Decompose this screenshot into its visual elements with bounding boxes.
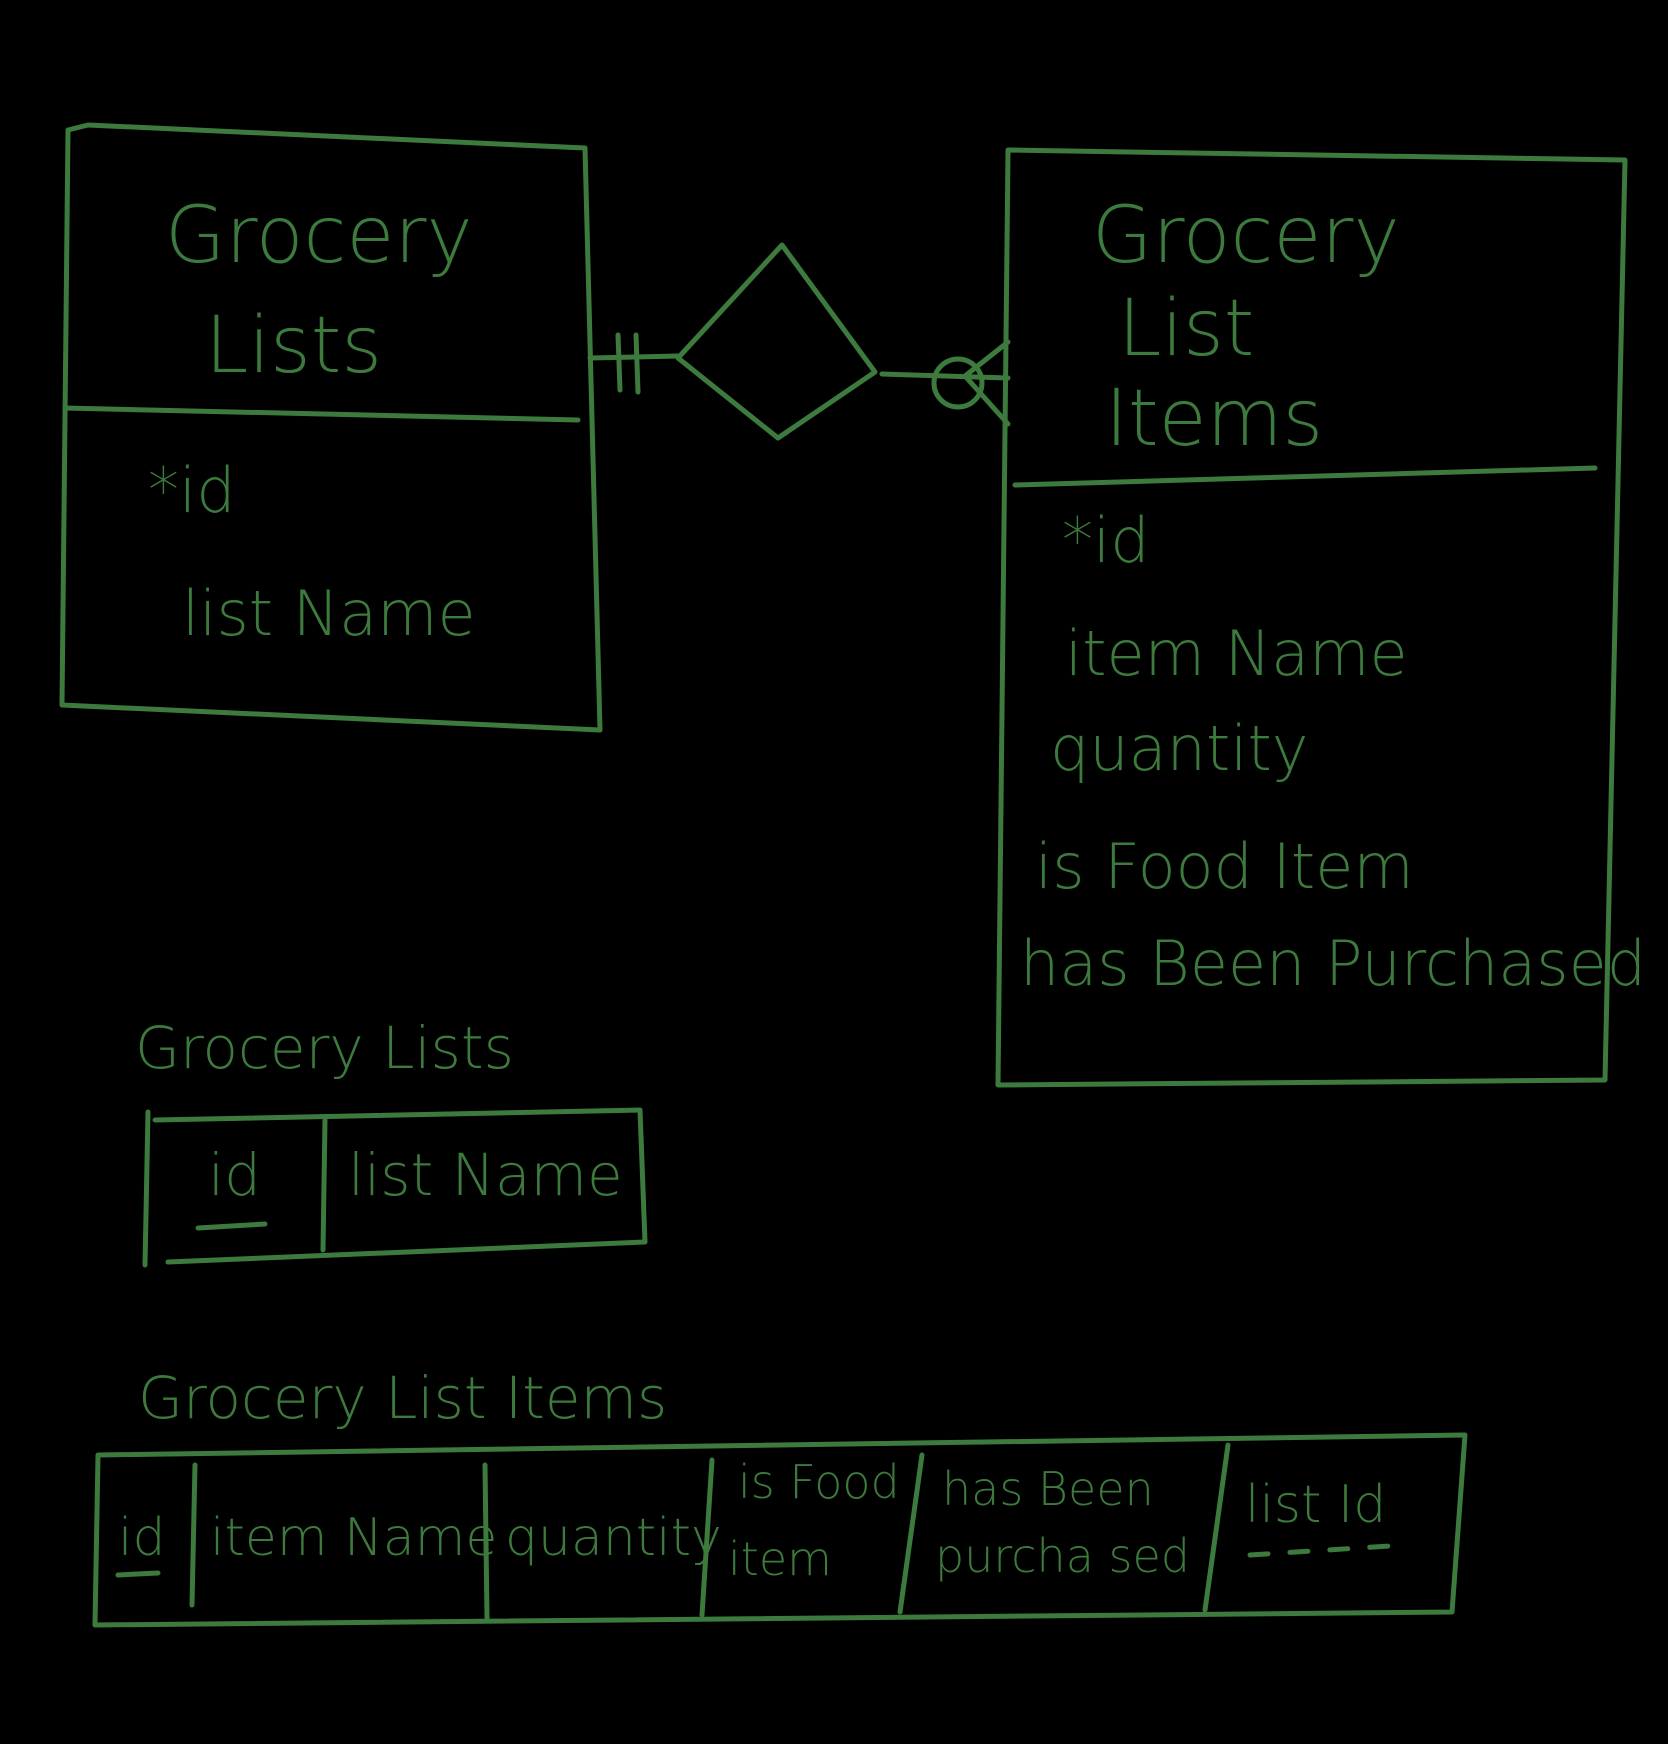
table-grocery-list-items-col-quantity: quantity	[505, 1508, 722, 1568]
cardinality-one-one-bar-2	[633, 332, 641, 395]
table-grocery-list-items: Grocery List Items id item Name quantity…	[92, 1364, 1468, 1628]
table-grocery-lists-col-id: id	[208, 1141, 261, 1209]
table-grocery-list-items-col-hasbeen-line-2: purcha sed	[935, 1529, 1190, 1583]
entity-grocery-lists-attr-listname: list Name	[182, 577, 476, 650]
entity-grocery-lists-title-line-1: Grocery	[165, 191, 473, 281]
entity-grocery-list-items: Grocery List Items *id item Name quantit…	[995, 147, 1646, 1088]
table-grocery-list-items-divider-4	[897, 1452, 925, 1615]
table-grocery-list-items-name: Grocery List Items	[138, 1364, 667, 1432]
table-grocery-list-items-col-id: id	[118, 1508, 165, 1568]
entity-grocery-list-items-attr-isfooditem: is Food Item	[1035, 830, 1414, 903]
entity-grocery-lists-title-line-2: Lists	[205, 301, 382, 391]
relationship	[587, 242, 1011, 441]
table-grocery-lists-col-listname: list Name	[348, 1141, 623, 1209]
table-grocery-list-items-col-itemname: item Name	[210, 1508, 497, 1568]
table-grocery-list-items-pk-underline	[115, 1570, 161, 1578]
entity-grocery-lists-attr-id: *id	[148, 454, 236, 527]
table-grocery-list-items-fk-underline	[1247, 1542, 1408, 1558]
entity-grocery-list-items-title-line-3: Items	[1105, 374, 1323, 464]
table-grocery-list-items-divider-5	[1202, 1442, 1231, 1613]
cardinality-one-one-bar-1	[615, 332, 623, 393]
table-grocery-list-items-col-listid: list Id	[1245, 1475, 1386, 1535]
table-grocery-lists-divider	[320, 1117, 328, 1253]
table-grocery-lists-name: Grocery Lists	[135, 1014, 514, 1082]
entity-grocery-list-items-title-line-1: Grocery	[1092, 191, 1400, 281]
entity-grocery-list-items-divider	[1012, 465, 1598, 488]
table-grocery-list-items-col-hasbeen-line-1: has Been	[942, 1462, 1154, 1516]
cardinality-zero-many-line	[879, 371, 1011, 381]
entity-grocery-list-items-attr-id: *id	[1062, 504, 1150, 577]
table-grocery-list-items-col-isfood-line-1: is Food	[738, 1455, 900, 1509]
er-diagram-canvas: Grocery Lists *id list Name Grocery List…	[59, 122, 1646, 1628]
entity-grocery-list-items-attr-hasbeenpurchased: has Been Purchased	[1020, 927, 1646, 1000]
entity-grocery-lists: Grocery Lists *id list Name	[59, 122, 603, 733]
table-grocery-lists: Grocery Lists id list Name	[135, 1014, 648, 1268]
entity-grocery-list-items-attr-quantity: quantity	[1050, 712, 1308, 785]
entity-grocery-list-items-attr-itemname: item Name	[1065, 617, 1408, 690]
entity-grocery-list-items-title-line-2: List	[1118, 284, 1254, 374]
table-grocery-list-items-divider-1	[189, 1462, 198, 1608]
table-grocery-lists-pk-underline	[195, 1221, 268, 1231]
table-grocery-list-items-col-isfood-line-2: item	[728, 1532, 832, 1586]
cardinality-one-one-line	[587, 353, 681, 361]
cardinality-crowfoot	[962, 339, 1011, 427]
relationship-diamond	[675, 242, 878, 441]
entity-grocery-lists-divider	[62, 405, 581, 423]
